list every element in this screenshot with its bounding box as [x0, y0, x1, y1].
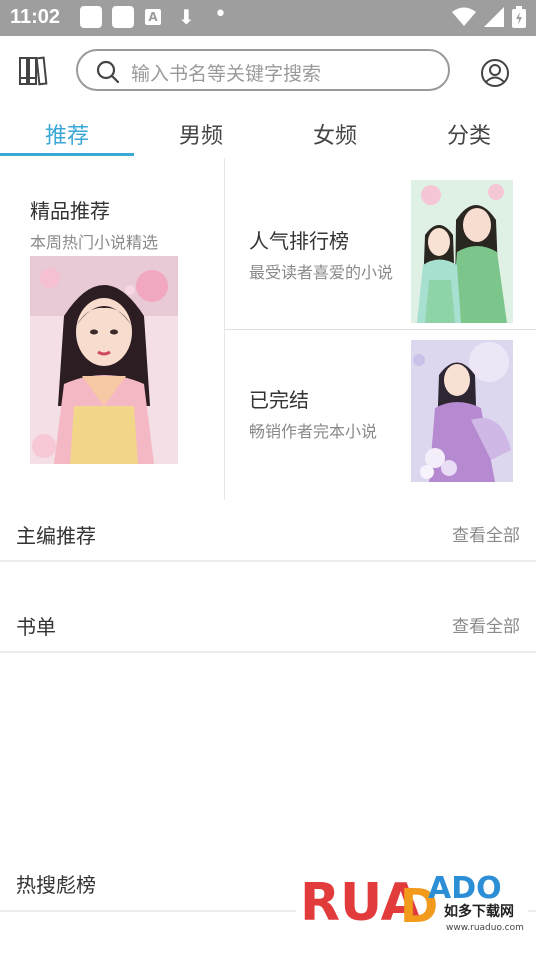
- tab-female[interactable]: 女频: [268, 118, 402, 150]
- tab-recommend[interactable]: 推荐: [0, 118, 134, 150]
- status-time: 11:02: [10, 6, 61, 28]
- more-notifications-icon: •: [214, 2, 227, 27]
- download-icon: ⬇: [178, 5, 195, 29]
- status-bar: 11:02 A ⬇ •: [0, 0, 536, 36]
- divider: [0, 651, 536, 653]
- ranking-subtitle: 最受读者喜爱的小说: [249, 263, 394, 282]
- section-title: 书单: [16, 615, 56, 639]
- search-placeholder: 输入书名等关键字搜索: [131, 63, 322, 85]
- divider: [0, 560, 536, 562]
- featured-title: 精品推荐: [30, 199, 110, 223]
- view-all-link[interactable]: 查看全部: [452, 612, 520, 637]
- divider: [225, 329, 536, 330]
- search-icon: [96, 60, 120, 84]
- notification-icon: [112, 6, 134, 28]
- featured-subtitle: 本周热门小说精选: [30, 233, 159, 252]
- section-title: 热搜彪榜: [16, 873, 96, 897]
- category-tabs: 推荐 男频 女频 分类: [0, 108, 536, 158]
- section-title: 主编推荐: [16, 524, 96, 548]
- battery-icon: [512, 6, 526, 28]
- svg-text:如多下载网: 如多下载网: [444, 903, 514, 920]
- view-all-link[interactable]: 查看全部: [452, 521, 520, 546]
- user-profile-icon[interactable]: [480, 58, 510, 88]
- featured-cover-image: [30, 256, 178, 464]
- search-bar[interactable]: 输入书名等关键字搜索: [76, 49, 450, 91]
- signal-icon: [484, 7, 504, 27]
- ranking-title: 人气排行榜: [249, 229, 349, 253]
- notification-icon: [80, 6, 102, 28]
- font-notification-icon: A: [145, 9, 161, 25]
- completed-cover-image: [411, 340, 513, 482]
- bookshelf-icon[interactable]: [18, 56, 50, 86]
- completed-title: 已完结: [249, 388, 309, 412]
- wifi-icon: [452, 7, 476, 26]
- tab-male[interactable]: 男频: [134, 118, 268, 150]
- top-bar: 输入书名等关键字搜索: [0, 36, 536, 108]
- tab-category[interactable]: 分类: [402, 118, 536, 150]
- section-booklist: 书单 查看全部: [0, 590, 536, 654]
- watermark-logo: RUA D ADO 如多下载网 www.ruaduo.com: [296, 858, 528, 948]
- completed-subtitle: 畅销作者完本小说: [249, 422, 378, 441]
- ranking-cover-image: [411, 180, 513, 323]
- svg-text:www.ruaduo.com: www.ruaduo.com: [446, 923, 524, 933]
- section-editor-picks: 主编推荐 查看全部: [0, 500, 536, 562]
- active-tab-indicator: [0, 153, 134, 156]
